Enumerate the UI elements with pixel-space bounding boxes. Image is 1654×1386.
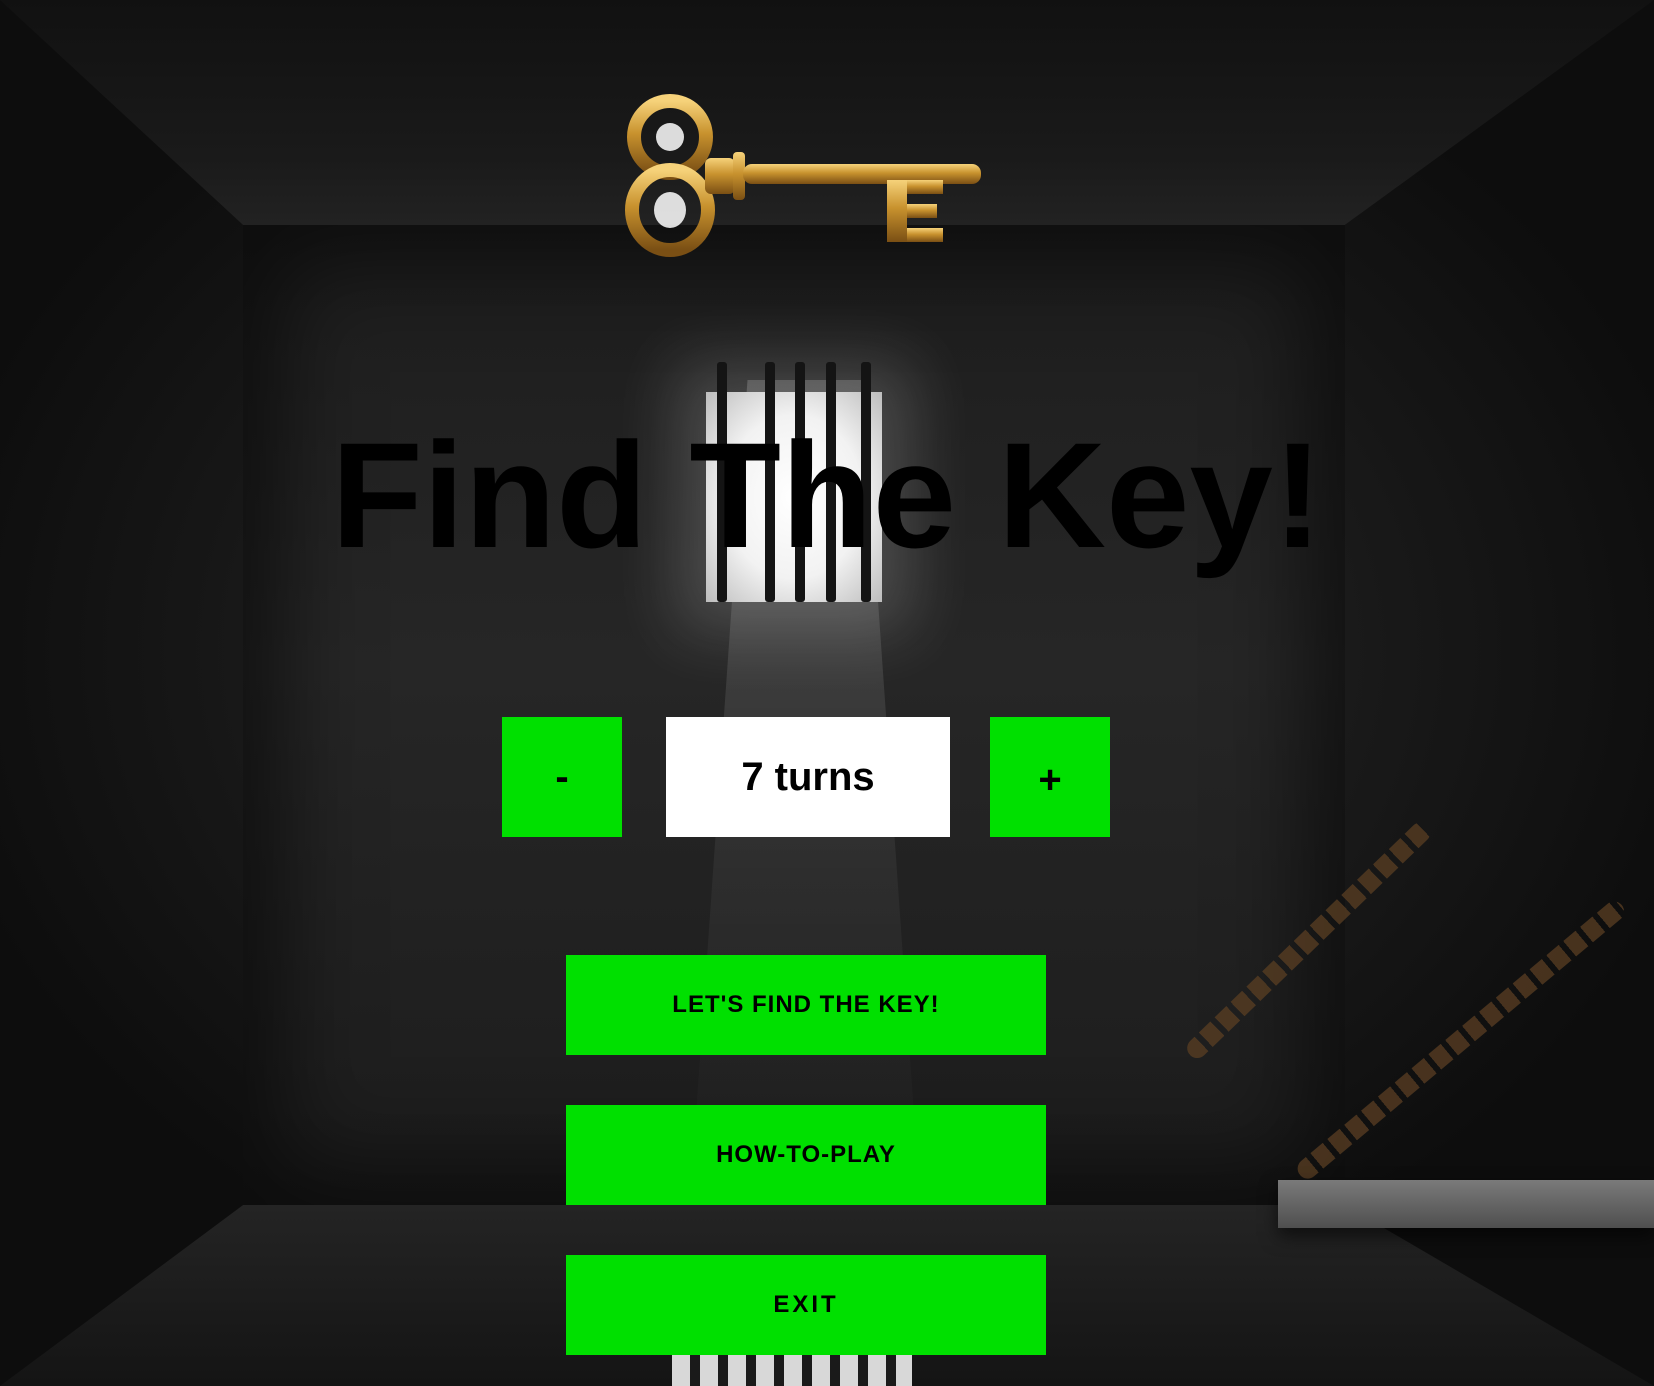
- game-title: Find The Key!: [331, 411, 1323, 579]
- game-menu-screen: Find The Key! - 7 turns + LET'S FIND THE…: [0, 0, 1654, 1386]
- turns-count-display: 7 turns: [666, 717, 950, 837]
- how-to-play-button[interactable]: HOW-TO-PLAY: [566, 1105, 1046, 1205]
- exit-button[interactable]: EXIT: [566, 1255, 1046, 1355]
- increase-turns-button[interactable]: +: [990, 717, 1110, 837]
- floor-light-pattern: [672, 1352, 912, 1386]
- decrease-turns-button[interactable]: -: [502, 717, 622, 837]
- golden-key-icon: [625, 94, 981, 257]
- start-game-button[interactable]: LET'S FIND THE KEY!: [566, 955, 1046, 1055]
- stone-bench: [1278, 1180, 1654, 1228]
